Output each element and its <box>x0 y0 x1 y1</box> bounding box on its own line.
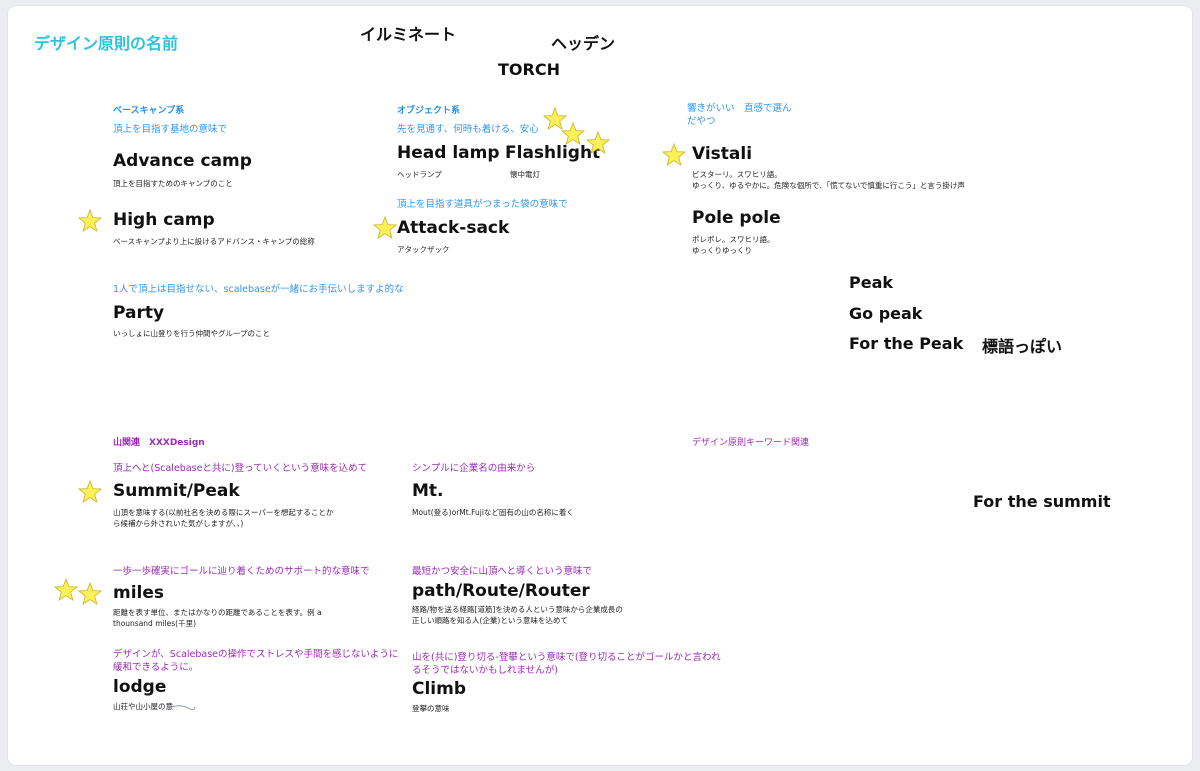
advance-camp-desc[interactable]: 頂上を目指すためのキャンプのこと <box>113 178 233 189</box>
section-basecamp[interactable]: ベースキャンプ系 <box>113 103 184 116</box>
party-desc[interactable]: いっしょに山登りを行う仲間やグループのこと <box>113 328 270 339</box>
item-path-route-router[interactable]: path/Route/Router <box>412 581 590 601</box>
miles-note[interactable]: 一歩一歩確実にゴールに辿り着くためのサポート的な意味で <box>113 565 370 578</box>
lodge-note-line1[interactable]: デザインが、Scalebaseの操作でストレスや手間を感じないように <box>113 648 398 661</box>
word-hidden[interactable]: ヘッデン <box>551 30 615 54</box>
star-icon[interactable] <box>373 216 397 240</box>
party-note[interactable]: 1人で頂上は目指せない、scalebaseが一緒にお手伝いしますよ的な <box>113 283 404 296</box>
section-mountain[interactable]: 山関連 XXXDesign <box>113 435 205 448</box>
climb-desc[interactable]: 登攀の意味 <box>412 703 450 714</box>
board-title[interactable]: デザイン原則の名前 <box>34 30 178 54</box>
lodge-note-line2[interactable]: 緩和できるように。 <box>113 661 198 674</box>
vistali-desc-line2[interactable]: ゆっくり、ゆるやかに。危険な個所で、「慌てないで慎重に行こう」と言う掛け声 <box>692 180 965 191</box>
miles-desc-line1[interactable]: 距離を表す単位、またはかなりの距離であることを表す。例 a <box>113 607 322 618</box>
item-miles[interactable]: miles <box>113 583 164 603</box>
path-desc-line2[interactable]: 正しい順路を知る人(企業)という意味を込めて <box>412 615 568 626</box>
item-head-lamp[interactable]: Head lamp <box>397 143 500 163</box>
attack-sack-desc[interactable]: アタックザック <box>397 244 450 255</box>
summit-desc-line1[interactable]: 山頂を意味する(以前社名を決める際にスーパーを想起することか <box>113 507 333 518</box>
word-slogan-like[interactable]: 標語っぽい <box>982 333 1062 357</box>
mt-note[interactable]: シンプルに企業名の由来から <box>412 462 535 475</box>
word-for-the-summit[interactable]: For the summit <box>973 492 1111 511</box>
lodge-desc[interactable]: 山荘や山小屋の意 <box>113 701 173 712</box>
word-for-the-peak[interactable]: For the Peak <box>849 334 963 353</box>
section-object[interactable]: オブジェクト系 <box>397 103 460 116</box>
path-desc-line1[interactable]: 経路/物を送る経路[道筋]を決める人という意味から企業成長の <box>412 604 623 615</box>
head-lamp-desc[interactable]: ヘッドランプ <box>397 169 442 180</box>
climb-note-line1[interactable]: 山を(共に)登り切る-登攀という意味で(登り切ることがゴールかと言われ <box>412 651 721 664</box>
item-pole-pole[interactable]: Pole pole <box>692 208 781 228</box>
pole-pole-desc-line2[interactable]: ゆっくりゆっくり <box>692 245 752 256</box>
item-party[interactable]: Party <box>113 303 164 323</box>
star-icon[interactable] <box>54 578 78 602</box>
sound-note-line1[interactable]: 響きがいい 直感で選ん <box>687 102 792 115</box>
word-peak[interactable]: Peak <box>849 273 893 292</box>
star-icon[interactable] <box>78 480 102 504</box>
item-high-camp[interactable]: High camp <box>113 210 215 230</box>
basecamp-note[interactable]: 頂上を目指す基地の意味で <box>113 123 227 136</box>
mt-desc[interactable]: Mout(登る)orMt.Fujiなど固有の山の名称に着く <box>412 507 574 518</box>
item-vistali[interactable]: Vistali <box>692 144 752 164</box>
star-icon[interactable] <box>78 582 102 606</box>
word-illuminate[interactable]: イルミネート <box>360 21 456 45</box>
item-lodge[interactable]: lodge <box>113 677 166 697</box>
summit-note[interactable]: 頂上へと(Scalebaseと共に)登っていくという意味を込めて <box>113 462 367 475</box>
item-climb[interactable]: Climb <box>412 679 466 699</box>
word-torch[interactable]: TORCH <box>498 60 560 79</box>
whiteboard-canvas[interactable]: デザイン原則の名前 イルミネート ヘッデン TORCH Peak Go peak… <box>8 6 1192 765</box>
item-mt[interactable]: Mt. <box>412 481 444 501</box>
item-attack-sack[interactable]: Attack-sack <box>397 218 509 238</box>
star-icon[interactable] <box>586 131 610 155</box>
word-go-peak[interactable]: Go peak <box>849 304 922 323</box>
sound-note-line2[interactable]: だやつ <box>687 115 716 128</box>
section-keyword[interactable]: デザイン原則キーワード関連 <box>692 435 809 448</box>
star-icon[interactable] <box>662 143 686 167</box>
vistali-desc-line1[interactable]: ビスターリ。スワヒリ語。 <box>692 169 782 180</box>
attack-sack-note[interactable]: 頂上を目指す道具がつまった袋の意味で <box>397 198 568 211</box>
object-note[interactable]: 先を見通す、何時も着ける、安心 <box>397 123 539 136</box>
item-advance-camp[interactable]: Advance camp <box>113 151 252 171</box>
star-icon[interactable] <box>78 209 102 233</box>
item-summit-peak[interactable]: Summit/Peak <box>113 481 240 501</box>
star-icon[interactable] <box>561 122 585 146</box>
high-camp-desc[interactable]: ベースキャンプより上に設けるアドバンス・キャンプの総称 <box>113 236 315 247</box>
flashlight-desc[interactable]: 懐中電灯 <box>510 169 540 180</box>
climb-note-line2[interactable]: るそうではないかもしれませんが) <box>412 664 558 677</box>
miles-desc-line2[interactable]: thounsand miles(千里) <box>113 618 196 629</box>
path-note[interactable]: 最短かつ安全に山頂へと導くという意味で <box>412 565 592 578</box>
pole-pole-desc-line1[interactable]: ポレポレ。スワヒリ語。 <box>692 234 775 245</box>
summit-desc-line2[interactable]: ら候補から外されいた気がしますが、、) <box>113 518 243 529</box>
pen-stroke[interactable] <box>168 702 196 714</box>
